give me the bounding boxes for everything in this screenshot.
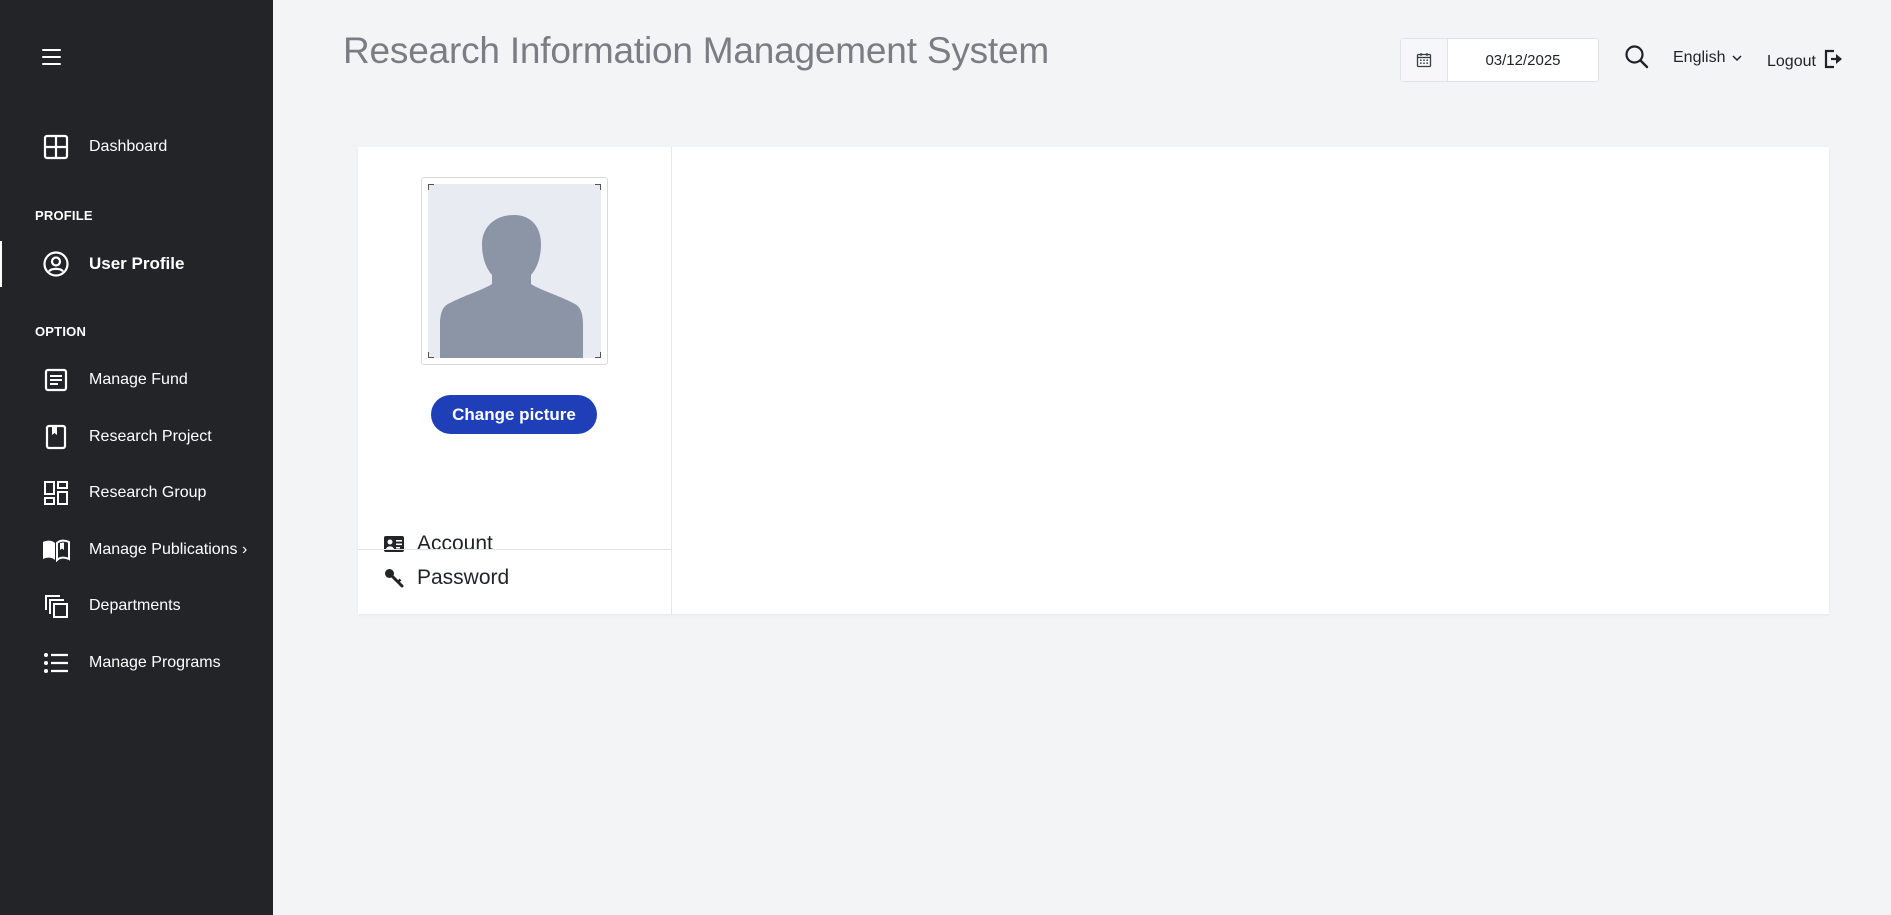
sidebar-item-manage-publications[interactable]: Manage Publications › (0, 527, 273, 573)
date-picker[interactable]: 03/12/2025 (1400, 38, 1599, 82)
search-icon[interactable] (1623, 43, 1651, 71)
sidebar-item-research-group[interactable]: Research Group (0, 470, 273, 516)
profile-menu-label: Password (417, 566, 510, 589)
sidebar-item-manage-fund[interactable]: Manage Fund (0, 357, 273, 403)
hamburger-icon[interactable] (40, 47, 64, 67)
list-icon (42, 649, 70, 677)
sidebar-item-label: Research Project (89, 428, 212, 445)
logout-icon (1822, 48, 1844, 75)
avatar (421, 177, 608, 365)
language-selector[interactable]: English (1673, 49, 1743, 67)
calendar-icon[interactable] (1401, 39, 1448, 81)
key-icon (382, 566, 406, 590)
dashboard-grid-icon (42, 133, 70, 161)
sidebar-item-label: Manage Programs (89, 654, 221, 671)
profile-sidebar: Change picture Account Password (358, 147, 672, 614)
sidebar-item-label: Manage Publications › (89, 541, 248, 558)
chevron-down-icon (1731, 49, 1743, 67)
avatar-placeholder-icon (428, 184, 601, 358)
bookmark-book-icon (42, 423, 70, 451)
group-grid-icon (42, 479, 70, 507)
sidebar-item-label: Research Group (89, 484, 207, 501)
page-title: Research Information Management System (343, 30, 1050, 71)
change-picture-button[interactable]: Change picture (431, 395, 597, 434)
profile-content-area (673, 147, 1829, 614)
sidebar-item-label: User Profile (89, 254, 185, 273)
section-label-profile: PROFILE (35, 208, 93, 223)
logout-label: Logout (1767, 52, 1816, 70)
sidebar-item-label: Dashboard (89, 138, 168, 155)
sidebar-item-user-profile[interactable]: User Profile (0, 241, 273, 287)
sidebar-item-label: Manage Fund (89, 371, 188, 388)
sidebar-item-dashboard[interactable]: Dashboard (0, 124, 273, 170)
date-value[interactable]: 03/12/2025 (1448, 39, 1598, 81)
profile-menu-password[interactable]: Password (358, 550, 671, 606)
section-label-option: OPTION (35, 324, 87, 339)
open-book-icon (42, 536, 70, 564)
copy-stack-icon (42, 592, 70, 620)
profile-card: Change picture Account Password (358, 147, 1829, 614)
sidebar-item-label: Departments (89, 597, 181, 614)
user-circle-icon (42, 250, 70, 278)
language-label: English (1673, 49, 1726, 66)
document-icon (42, 366, 70, 394)
sidebar-item-research-project[interactable]: Research Project (0, 414, 273, 460)
logout-button[interactable]: Logout (1767, 48, 1844, 75)
sidebar-item-manage-programs[interactable]: Manage Programs (0, 640, 273, 686)
sidebar: Dashboard PROFILE User Profile OPTION Ma… (0, 0, 273, 915)
sidebar-item-departments[interactable]: Departments (0, 583, 273, 629)
